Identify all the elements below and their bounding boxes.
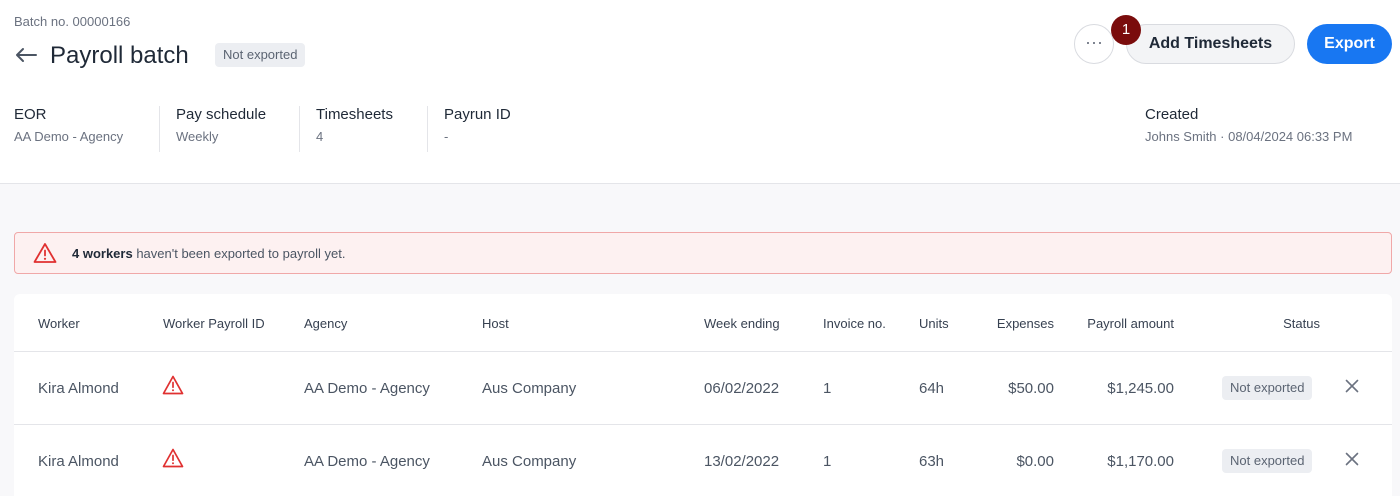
cell-payroll-amount: $1,170.00 [1107,453,1174,470]
meta-payrun-id-label: Payrun ID [444,106,511,123]
status-badge: Not exported [215,43,306,67]
warning-triangle-icon [162,448,184,468]
cell-worker[interactable]: Kira Almond [38,453,119,470]
status-badge: Not exported [1222,376,1313,400]
meta-eor-label: EOR [14,106,47,123]
column-header-host[interactable]: Host [482,316,509,331]
meta-eor-value: AA Demo - Agency [14,129,124,144]
column-header-agency[interactable]: Agency [304,316,347,331]
column-header-worker[interactable]: Worker [38,316,80,331]
cell-week-ending: 13/02/2022 [704,453,780,470]
arrow-left-icon [16,48,37,62]
alert-text: haven't been exported to payroll yet. [132,246,346,261]
close-icon[interactable] [1342,449,1362,469]
cell-units: 64h [919,380,945,397]
status-badge: Not exported [1222,449,1313,473]
back-button[interactable] [12,40,40,70]
column-header-units[interactable]: Units [919,316,949,331]
column-header-status[interactable]: Status [1220,316,1320,331]
meta-timesheets: Timesheets 4 [299,106,427,152]
column-header-worker-payroll-id[interactable]: Worker Payroll ID [163,316,265,331]
meta-timesheets-label: Timesheets [316,106,393,123]
more-options-button[interactable]: ··· [1074,24,1114,64]
column-header-expenses[interactable]: Expenses [954,316,1054,331]
meta-eor: EOR AA Demo - Agency [14,106,159,152]
alert-message: 4 workers haven't been exported to payro… [72,246,346,261]
meta-payrun-id: Payrun ID - [427,106,567,152]
page-title: Payroll batch [50,42,189,69]
cell-invoice-no: 1 [823,453,832,470]
meta-created: Created Johns Smith · 08/04/2024 06:33 P… [1145,106,1385,152]
page-header: Batch no. 00000166 Payroll batch Not exp… [0,0,1400,184]
meta-timesheets-value: 4 [316,129,324,144]
add-timesheets-button[interactable]: Add Timesheets [1126,24,1295,64]
column-header-week-ending[interactable]: Week ending [704,316,780,331]
export-warning-alert: 4 workers haven't been exported to payro… [14,232,1392,274]
meta-pay-schedule-value: Weekly [176,129,219,144]
warning-triangle-icon [33,243,57,263]
cell-payroll-amount: $1,245.00 [1107,380,1174,397]
cell-host: Aus Company [482,380,577,397]
meta-pay-schedule: Pay schedule Weekly [159,106,299,152]
column-header-payroll-amount[interactable]: Payroll amount [1054,316,1174,331]
cell-worker[interactable]: Kira Almond [38,380,119,397]
meta-payrun-id-value: - [444,129,449,144]
column-header-invoice-no[interactable]: Invoice no. [823,316,886,331]
cell-agency: AA Demo - Agency [304,453,430,470]
alert-count: 4 workers [72,246,133,261]
cell-expenses: $50.00 [1008,380,1054,397]
timesheets-table: Worker Worker Payroll ID Agency Host Wee… [14,294,1392,496]
batch-number: Batch no. 00000166 [14,14,131,29]
cell-expenses: $0.00 [1016,453,1054,470]
cell-invoice-no: 1 [823,380,832,397]
table-row[interactable]: Kira Almond AA Demo - Agency Aus Company… [14,352,1392,424]
table-row[interactable]: Kira Almond AA Demo - Agency Aus Company… [14,425,1392,496]
notification-count-badge: 1 [1111,15,1141,45]
meta-pay-schedule-label: Pay schedule [176,106,267,123]
close-icon[interactable] [1342,376,1362,396]
cell-host: Aus Company [482,453,577,470]
meta-created-value: Johns Smith · 08/04/2024 06:33 PM [1145,129,1353,144]
export-button[interactable]: Export [1307,24,1392,64]
meta-created-label: Created [1145,106,1199,123]
cell-units: 63h [919,453,945,470]
warning-triangle-icon [162,375,184,395]
cell-week-ending: 06/02/2022 [704,380,780,397]
cell-agency: AA Demo - Agency [304,380,430,397]
